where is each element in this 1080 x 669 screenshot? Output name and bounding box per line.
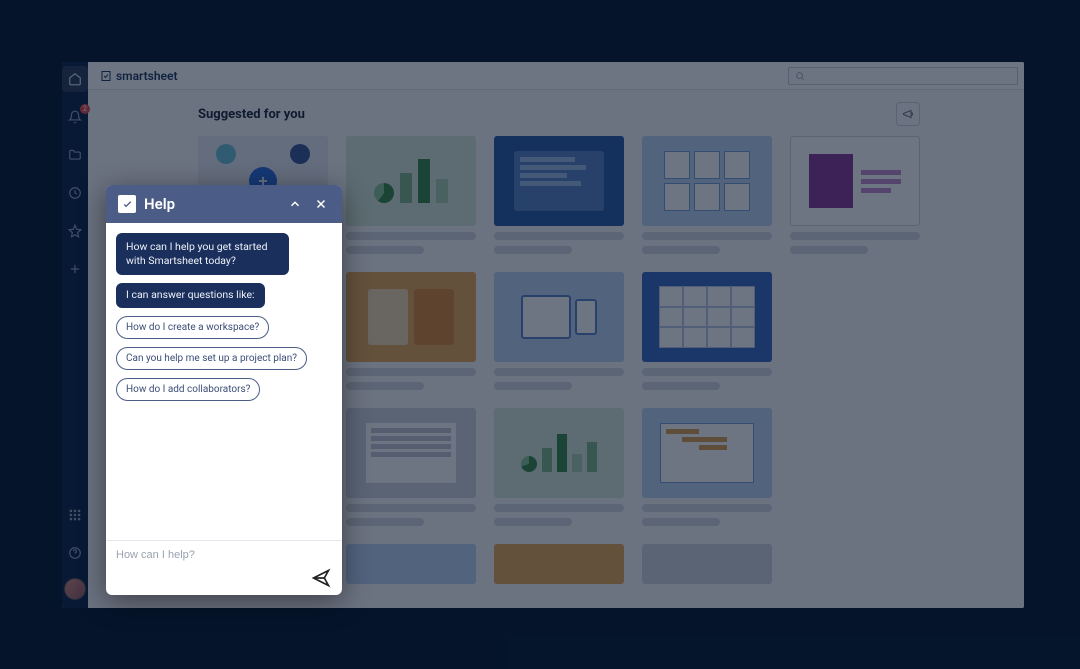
template-card[interactable] — [494, 136, 624, 254]
help-suggestion-chip[interactable]: Can you help me set up a project plan? — [116, 347, 307, 370]
avatar[interactable] — [64, 578, 86, 600]
search-input[interactable] — [788, 67, 1018, 85]
help-logo-icon — [118, 195, 136, 213]
help-send-button[interactable] — [310, 567, 332, 589]
help-header: Help — [106, 185, 342, 223]
section-title: Suggested for you — [198, 107, 305, 122]
side-rail: 2 — [62, 62, 88, 608]
nav-home[interactable] — [62, 66, 88, 92]
help-text-input[interactable] — [116, 549, 332, 561]
template-card[interactable] — [790, 272, 920, 390]
brand: smartsheet — [100, 69, 178, 83]
help-widget: Help How can I help you get started with… — [106, 185, 342, 595]
help-intro-bubble: I can answer questions like: — [116, 283, 265, 307]
help-body: How can I help you get started with Smar… — [106, 223, 342, 540]
help-close-icon[interactable] — [312, 195, 330, 213]
help-suggestion-chip[interactable]: How do I create a workspace? — [116, 316, 269, 339]
template-card[interactable] — [642, 272, 772, 390]
template-card[interactable] — [346, 408, 476, 526]
template-card[interactable] — [346, 544, 476, 584]
help-input-area — [106, 540, 342, 595]
template-card[interactable] — [494, 408, 624, 526]
topbar: smartsheet — [88, 62, 1024, 90]
nav-folder[interactable] — [62, 142, 88, 168]
help-greeting-bubble: How can I help you get started with Smar… — [116, 233, 289, 275]
help-title: Help — [144, 195, 278, 213]
template-card[interactable] — [642, 136, 772, 254]
template-card[interactable] — [346, 136, 476, 254]
help-minimize-icon[interactable] — [286, 195, 304, 213]
nav-help[interactable] — [62, 540, 88, 566]
nav-favorites[interactable] — [62, 218, 88, 244]
help-suggestion-chip[interactable]: How do I add collaborators? — [116, 378, 260, 401]
template-card[interactable] — [642, 408, 772, 526]
nav-recent[interactable] — [62, 180, 88, 206]
nav-add[interactable] — [62, 256, 88, 282]
announcements-icon[interactable] — [896, 102, 920, 126]
template-card[interactable] — [790, 408, 920, 526]
template-card[interactable] — [346, 272, 476, 390]
template-card[interactable] — [790, 136, 920, 254]
notification-badge: 2 — [80, 104, 90, 114]
template-card[interactable] — [494, 272, 624, 390]
template-card[interactable] — [642, 544, 772, 584]
nav-apps[interactable] — [62, 502, 88, 528]
template-card[interactable] — [494, 544, 624, 584]
brand-label: smartsheet — [116, 69, 178, 83]
template-card[interactable] — [790, 544, 920, 584]
nav-notifications[interactable]: 2 — [62, 104, 88, 130]
